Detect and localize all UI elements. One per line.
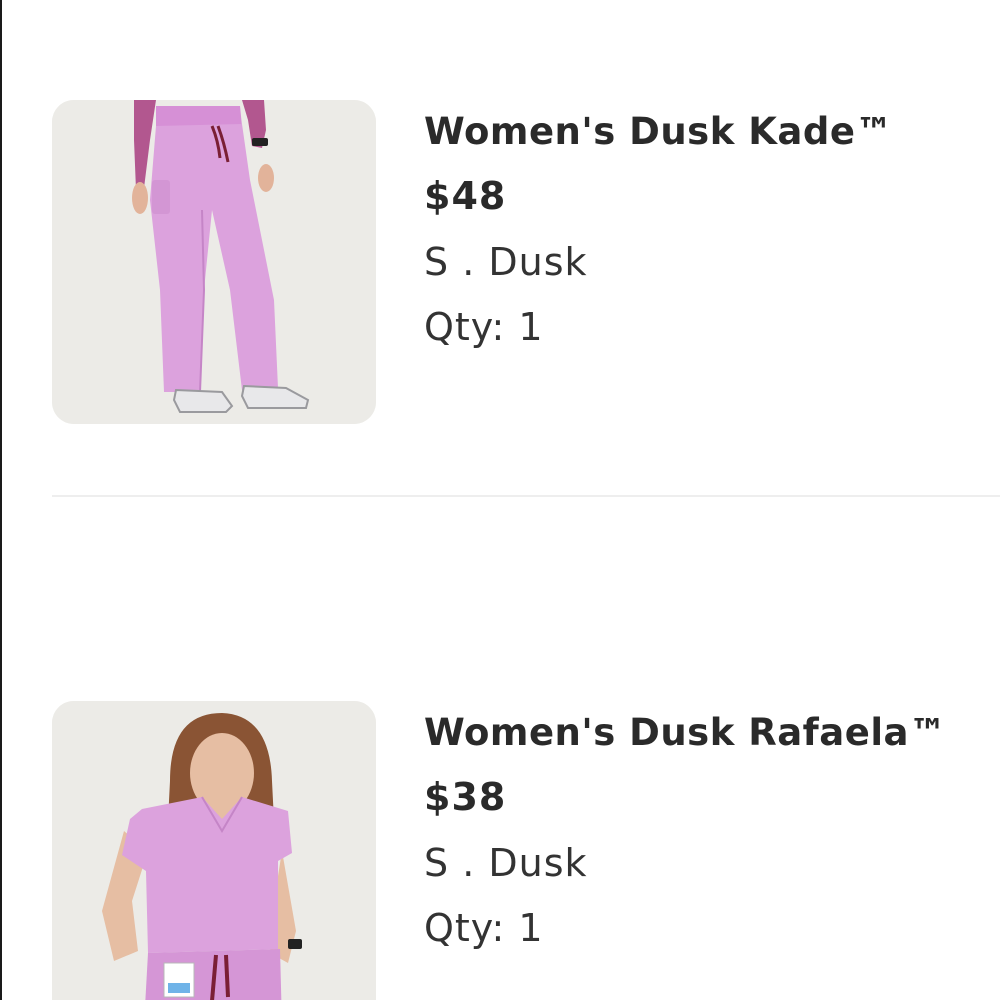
cart-page: Women's Dusk Kade™ $48 S . Dusk Qty: 1 W… <box>0 0 1000 1000</box>
item-divider <box>52 495 1000 497</box>
pants-photo-icon <box>52 100 376 424</box>
product-quantity[interactable]: Qty: 1 <box>424 906 544 950</box>
product-quantity[interactable]: Qty: 1 <box>424 305 544 349</box>
top-photo-icon <box>52 701 376 1000</box>
product-image[interactable] <box>52 100 376 424</box>
product-variant: S . Dusk <box>424 841 588 885</box>
product-name[interactable]: Women's Dusk Rafaela™ <box>424 711 946 754</box>
product-variant: S . Dusk <box>424 240 588 284</box>
cart-item[interactable]: Women's Dusk Kade™ $48 S . Dusk Qty: 1 <box>52 100 1000 430</box>
product-price: $38 <box>424 775 507 819</box>
product-image[interactable] <box>52 701 376 1000</box>
cart-item[interactable]: Women's Dusk Rafaela™ $38 S . Dusk Qty: … <box>52 701 1000 1000</box>
product-price: $48 <box>424 174 507 218</box>
product-name[interactable]: Women's Dusk Kade™ <box>424 110 893 153</box>
